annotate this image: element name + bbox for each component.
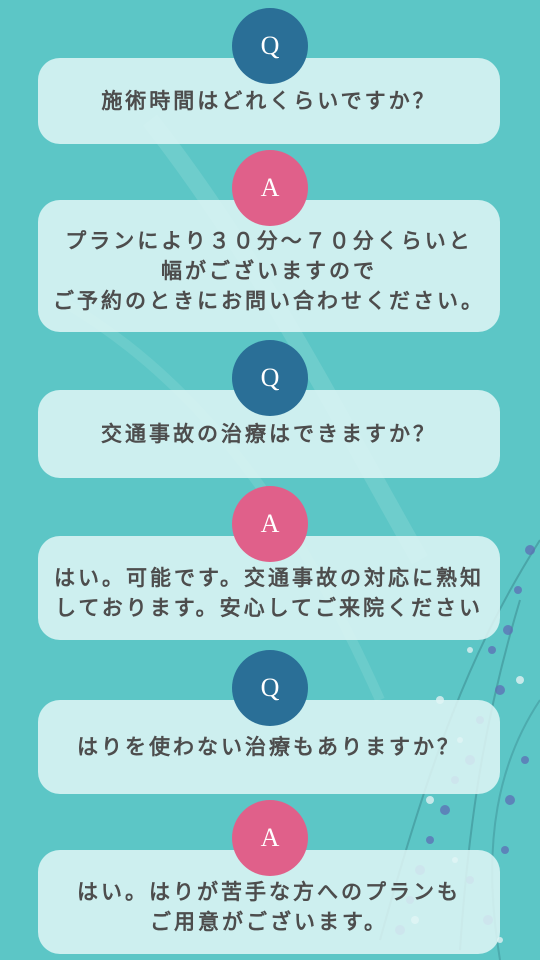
answer-text-line: はい。はりが苦手な方へのプランも [77, 879, 461, 904]
question-badge: Q [232, 650, 308, 726]
answer-text-line: しております。安心してご来院ください [54, 595, 483, 620]
answer-text-line: はい。可能です。交通事故の対応に熟知 [54, 565, 484, 590]
answer-badge: A [232, 150, 308, 226]
answer-text-line: ご予約のときにお問い合わせください。 [53, 288, 485, 313]
answer-badge: A [232, 800, 308, 876]
question-badge: Q [232, 340, 308, 416]
answer-badge: A [232, 486, 308, 562]
question-text: はりを使わない治療もありますか？ [77, 734, 461, 759]
answer-text-line: ご用意がございます。 [150, 909, 388, 934]
question-badge: Q [232, 8, 308, 84]
answer-text-line: プランにより３０分〜７０分くらいと [65, 228, 473, 253]
answer-text-line: 幅がございますので [161, 258, 377, 283]
question-text: 施術時間はどれくらいですか？ [101, 88, 437, 113]
question-text: 交通事故の治療はできますか？ [101, 421, 437, 446]
